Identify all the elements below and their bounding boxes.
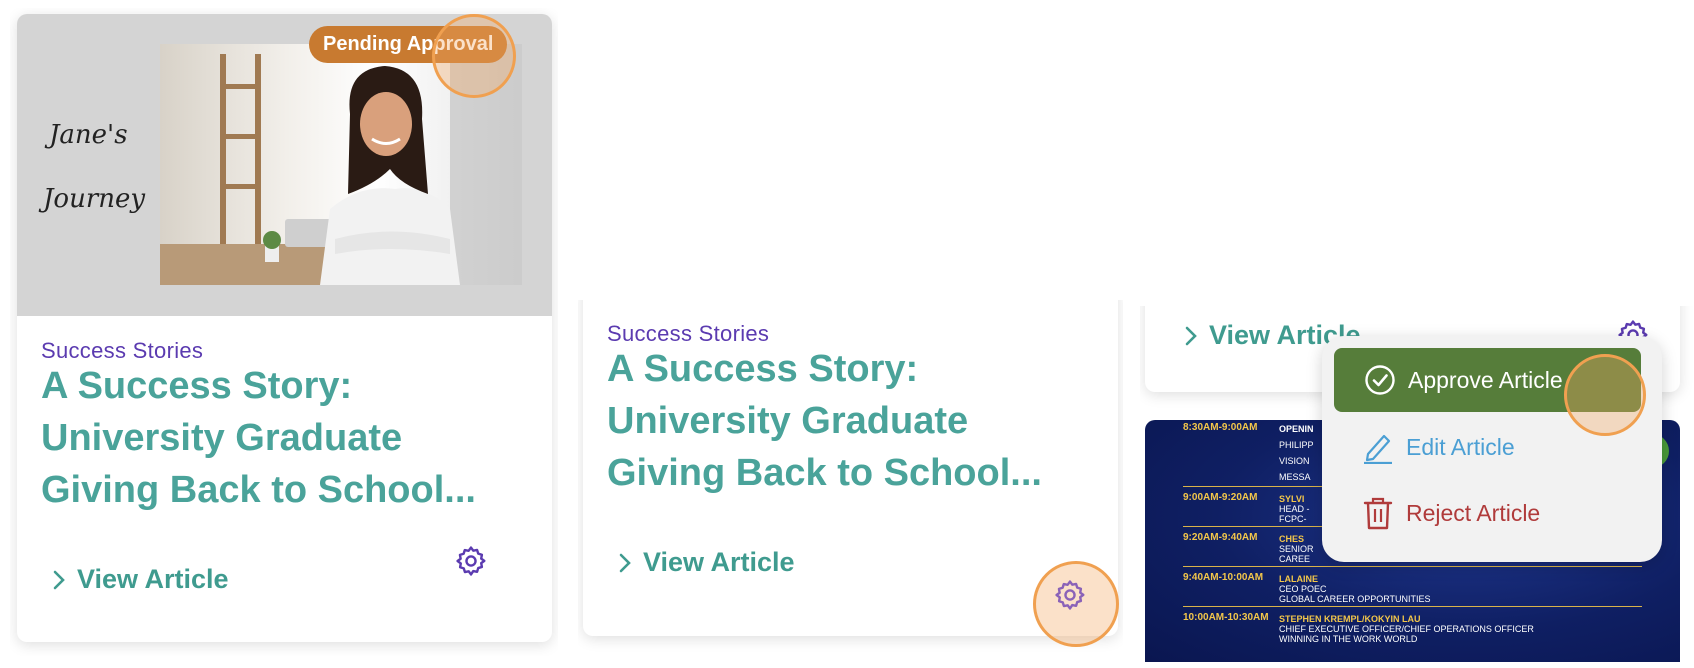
schedule-text: VISION: [1279, 456, 1310, 466]
schedule-time: 9:00AM-9:20AM: [1183, 492, 1258, 503]
approve-article-label: Approve Article: [1408, 366, 1563, 393]
schedule-text: PHILIPP: [1279, 440, 1314, 450]
view-article-label: View Article: [643, 547, 795, 577]
reject-article-button[interactable]: Reject Article: [1362, 496, 1540, 530]
gear-icon[interactable]: [1053, 578, 1087, 612]
reject-article-label: Reject Article: [1406, 499, 1541, 526]
image-text-line2: Journey: [43, 184, 146, 214]
article-title[interactable]: A Success Story: University Graduate Giv…: [607, 343, 1087, 499]
article-title[interactable]: A Success Story: University Graduate Giv…: [41, 360, 521, 516]
article-card-panel-3: View Article 8:30AM-9:00AM OPENIN PHILIPP V…: [1140, 306, 1694, 662]
schedule-text: FCPC-: [1279, 514, 1307, 524]
gear-icon[interactable]: [454, 544, 488, 578]
edit-article-button[interactable]: Edit Article: [1362, 430, 1515, 464]
schedule-time: 9:20AM-9:40AM: [1183, 532, 1258, 543]
schedule-text: OPENIN: [1279, 424, 1314, 434]
check-circle-icon: [1365, 365, 1395, 395]
schedule-divider: [1183, 606, 1642, 607]
view-article-link[interactable]: View Article: [53, 564, 229, 595]
chevron-right-icon: [619, 553, 631, 572]
pencil-icon: [1364, 434, 1392, 464]
article-card-panel-2: Success Stories A Success Story: Univers…: [578, 300, 1123, 662]
badge-click-highlight: [432, 14, 516, 98]
schedule-text: WINNING IN THE WORK WORLD: [1279, 634, 1418, 644]
schedule-time: 9:40AM-10:00AM: [1183, 572, 1264, 583]
image-text-line1: Jane's: [49, 120, 128, 150]
trash-icon: [1363, 497, 1393, 530]
schedule-text: MESSA: [1279, 472, 1311, 482]
view-article-link[interactable]: View Article: [619, 547, 795, 578]
schedule-time: 8:30AM-9:00AM: [1183, 422, 1258, 433]
article-card-1: Jane's Journey Pending Approval Success …: [17, 14, 552, 642]
schedule-divider: [1183, 566, 1642, 567]
schedule-row: 10:00AM-10:30AM STEPHEN KREMPL/KOKYIN LAU…: [1145, 610, 1680, 650]
view-article-label: View Article: [77, 564, 229, 594]
schedule-row: 9:40AM-10:00AM LALAINE CEO POEC GLOBAL CARE…: [1145, 570, 1680, 610]
article-card-panel-1: Jane's Journey Pending Approval Success …: [10, 8, 558, 656]
chevron-right-icon: [1185, 326, 1197, 345]
schedule-text: GLOBAL CAREER OPPORTUNITIES: [1279, 594, 1431, 604]
article-image: Jane's Journey Pending Approval: [17, 14, 552, 316]
schedule-text: CAREE: [1279, 554, 1311, 564]
approve-click-highlight: [1564, 354, 1646, 436]
edit-article-label: Edit Article: [1406, 433, 1515, 460]
chevron-right-icon: [53, 570, 65, 589]
schedule-time: 10:00AM-10:30AM: [1183, 612, 1269, 623]
